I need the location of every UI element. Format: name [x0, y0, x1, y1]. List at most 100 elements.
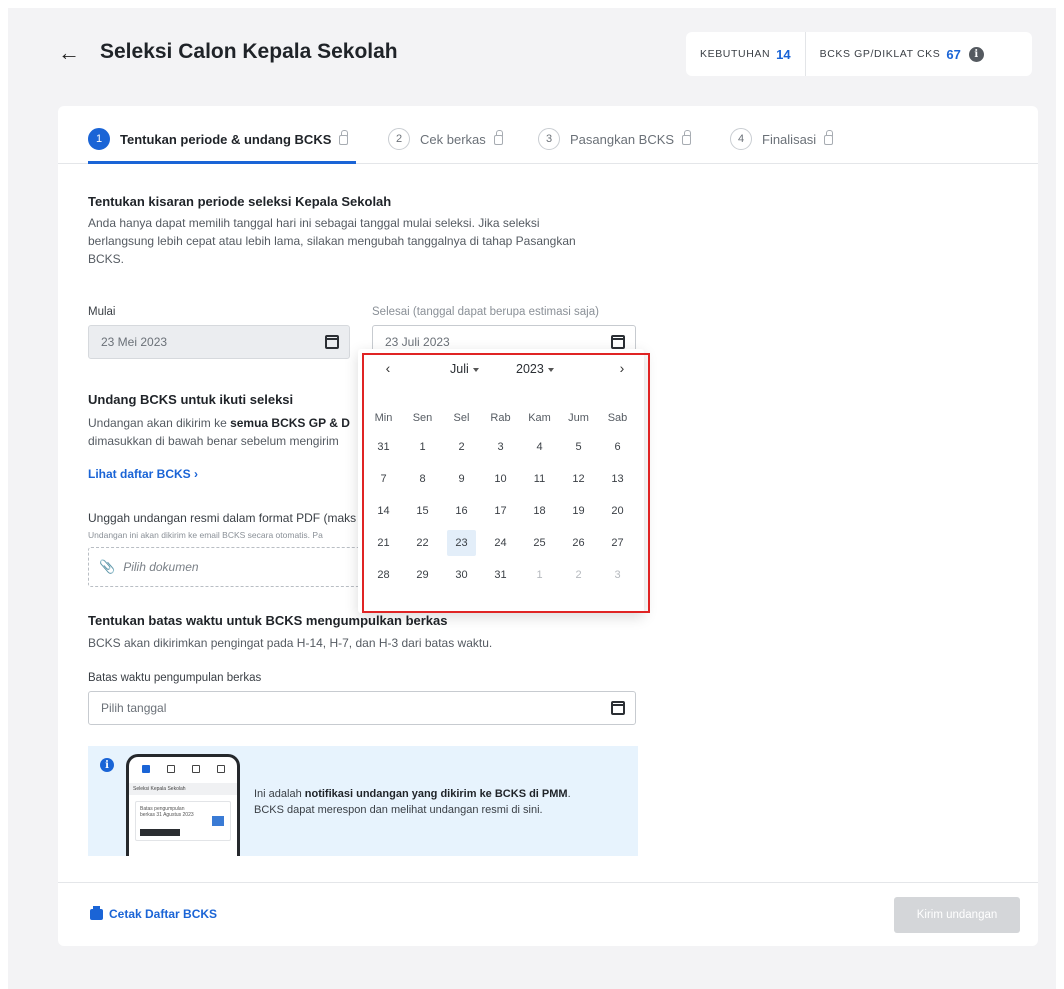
chevron-right-icon[interactable]: › — [612, 360, 632, 376]
stepper: 1 Tentukan periode & undang BCKS 2 Cek b… — [58, 106, 1038, 164]
lock-icon — [824, 130, 834, 145]
day-cell[interactable]: 2 — [559, 559, 598, 591]
day-cell[interactable]: 8 — [403, 463, 442, 495]
weekday-label: Kam — [528, 412, 551, 424]
day-cell[interactable]: 5 — [559, 431, 598, 463]
upload-dropzone[interactable]: 📎 Pilih dokumen — [88, 547, 388, 587]
day-cell[interactable]: 6 — [598, 431, 637, 463]
page-header: ← Seleksi Calon Kepala Sekolah KEBUTUHAN… — [58, 30, 1038, 82]
day-grid: 31 1 2 3 4 5 6 7 8 9 10 11 12 13 14 15 16 17 18 19 20 21 22 23 2… — [364, 431, 640, 591]
weekday-label: Sab — [607, 412, 628, 424]
end-date-value: 23 Juli 2023 — [385, 335, 450, 349]
invite-desc-prefix: Undangan akan dikirim ke — [88, 416, 231, 430]
phone-card: Batas pengumpulan berkas 31 Agustus 2023 — [135, 801, 231, 841]
day-cell[interactable]: 11 — [520, 463, 559, 495]
end-date-label: Selesai (tanggal dapat berupa estimasi s… — [372, 306, 599, 318]
period-section-title: Tentukan kisaran periode seleksi Kepala … — [88, 194, 392, 209]
day-cell[interactable]: 19 — [559, 495, 598, 527]
period-section-desc: Anda hanya dapat memilih tanggal hari in… — [88, 216, 576, 266]
day-cell[interactable]: 22 — [403, 527, 442, 559]
day-cell[interactable]: 3 — [481, 431, 520, 463]
date-picker-header: ‹ Juli 2023 › — [358, 357, 644, 385]
day-cell[interactable]: 3 — [598, 559, 637, 591]
day-cell[interactable]: 9 — [442, 463, 481, 495]
day-cell[interactable]: 16 — [442, 495, 481, 527]
day-cell[interactable]: 29 — [403, 559, 442, 591]
view-bcks-list-link[interactable]: Lihat daftar BCKS › — [88, 467, 198, 481]
day-cell[interactable]: 21 — [364, 527, 403, 559]
day-cell[interactable]: 13 — [598, 463, 637, 495]
phone-header: Seleksi Kepala Sekolah — [129, 783, 237, 795]
calendar-icon[interactable] — [611, 701, 625, 715]
day-cell-selected[interactable]: 23 — [447, 530, 476, 556]
month-select[interactable]: Juli — [450, 362, 479, 376]
weekday-label: Sen — [412, 412, 433, 424]
stats-panel: KEBUTUHAN 14 BCKS GP/DIKLAT CKS 67 i — [686, 32, 1032, 76]
calendar-icon[interactable] — [611, 335, 625, 349]
step-label: Cek berkas — [420, 131, 486, 147]
weekday-header: Min Sen Sel Rab Kam Jum Sab — [364, 407, 640, 429]
calendar-icon — [325, 335, 339, 349]
day-cell[interactable]: 7 — [364, 463, 403, 495]
day-cell[interactable]: 31 — [481, 559, 520, 591]
deadline-placeholder: Pilih tanggal — [101, 701, 167, 715]
day-cell[interactable]: 12 — [559, 463, 598, 495]
day-cell[interactable]: 24 — [481, 527, 520, 559]
upload-placeholder: Pilih dokumen — [123, 560, 199, 574]
gear-icon — [216, 765, 225, 773]
step-3[interactable]: 3 Pasangkan BCKS — [538, 128, 692, 150]
step-1[interactable]: 1 Tentukan periode & undang BCKS — [88, 128, 349, 150]
day-cell[interactable]: 1 — [403, 431, 442, 463]
step-number: 2 — [388, 128, 410, 150]
paperclip-icon: 📎 — [99, 559, 116, 574]
print-bcks-list-link[interactable]: Cetak Daftar BCKS — [90, 905, 217, 921]
chevron-down-icon — [472, 367, 479, 372]
chevron-left-icon[interactable]: ‹ — [378, 360, 398, 376]
notice-bold: notifikasi undangan yang dikirim ke BCKS… — [304, 788, 568, 800]
step-2[interactable]: 2 Cek berkas — [388, 128, 503, 150]
weekday-label: Rab — [490, 412, 511, 424]
notice-prefix: Ini adalah — [254, 788, 305, 800]
day-cell[interactable]: 27 — [598, 527, 637, 559]
back-arrow-icon[interactable]: ← — [58, 40, 84, 66]
stat-label: BCKS GP/DIKLAT CKS — [819, 48, 941, 60]
step-4[interactable]: 4 Finalisasi — [730, 128, 834, 150]
invite-section-desc: Undangan akan dikirim ke semua BCKS GP &… — [88, 414, 388, 450]
main-card: 1 Tentukan periode & undang BCKS 2 Cek b… — [58, 106, 1038, 946]
date-picker-popup: ‹ Juli 2023 › Min Sen Sel Rab Kam Jum Sab 31 1 2… — [358, 349, 644, 613]
day-cell[interactable]: 2 — [442, 431, 481, 463]
upload-label: Unggah undangan resmi dalam format PDF (… — [88, 511, 357, 525]
year-select[interactable]: 2023 — [516, 362, 554, 376]
day-cell[interactable]: 20 — [598, 495, 637, 527]
day-cell[interactable]: 17 — [481, 495, 520, 527]
start-date-value: 23 Mei 2023 — [101, 335, 168, 349]
day-cell[interactable]: 31 — [364, 431, 403, 463]
card-footer: Cetak Daftar BCKS Kirim undangan — [58, 882, 1038, 946]
step-number: 1 — [88, 128, 110, 150]
day-cell[interactable]: 25 — [520, 527, 559, 559]
day-cell[interactable]: 28 — [364, 559, 403, 591]
step-number: 4 — [730, 128, 752, 150]
info-icon[interactable]: i — [968, 46, 984, 62]
upload-note: Undangan ini akan dikirim ke email BCKS … — [88, 530, 323, 540]
day-cell[interactable]: 26 — [559, 527, 598, 559]
day-cell[interactable]: 15 — [403, 495, 442, 527]
deadline-date-field[interactable]: Pilih tanggal — [88, 691, 636, 725]
invite-desc-line2: dimasukkan di bawah benar sebelum mengir… — [88, 434, 339, 448]
folder-icon — [191, 765, 200, 773]
stat-value: 67 — [946, 46, 961, 62]
day-cell[interactable]: 10 — [481, 463, 520, 495]
chevron-right-icon: › — [194, 467, 199, 481]
day-cell[interactable]: 30 — [442, 559, 481, 591]
invite-section-title: Undang BCKS untuk ikuti seleksi — [88, 392, 294, 407]
step-number: 3 — [538, 128, 560, 150]
day-cell[interactable]: 4 — [520, 431, 559, 463]
day-cell[interactable]: 14 — [364, 495, 403, 527]
phone-card-text: Batas pengumpulan berkas 31 Agustus 2023 — [140, 806, 194, 818]
lock-icon — [493, 130, 503, 145]
step-label: Pasangkan BCKS — [570, 131, 675, 147]
day-cell[interactable]: 18 — [520, 495, 559, 527]
send-invitation-button[interactable]: Kirim undangan — [894, 897, 1020, 933]
day-cell[interactable]: 1 — [520, 559, 559, 591]
printer-icon — [90, 905, 103, 920]
